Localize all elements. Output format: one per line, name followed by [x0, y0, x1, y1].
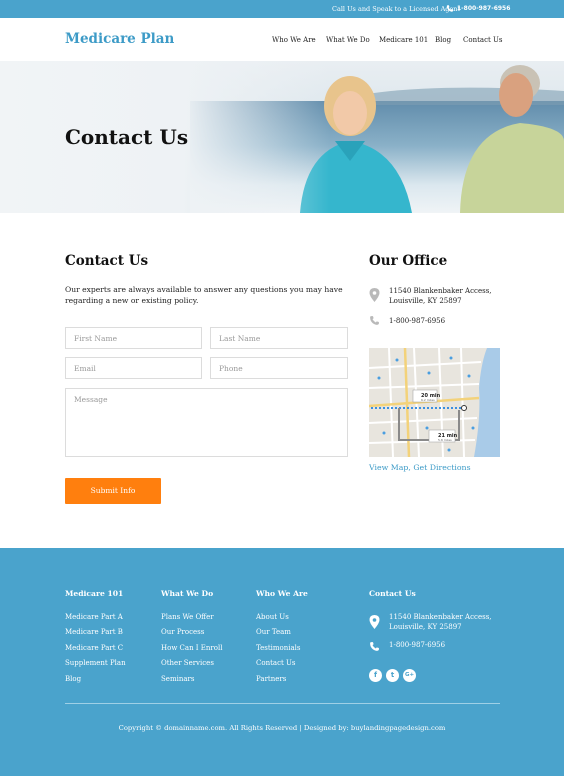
- site-footer: Medicare 101 Medicare Part A Medicare Pa…: [0, 548, 564, 776]
- location-pin-icon: [369, 288, 380, 302]
- map-distance-2: 5.8 miles: [438, 438, 452, 442]
- nav-blog[interactable]: Blog: [435, 36, 451, 44]
- office-address-line2: Louisville, KY 25897: [389, 297, 462, 305]
- office-title: Our Office: [369, 253, 448, 269]
- footer-address-line2: Louisville, KY 25897: [389, 623, 462, 631]
- facebook-icon[interactable]: f: [369, 669, 382, 682]
- message-textarea[interactable]: Message: [65, 388, 348, 457]
- footer-copyright: Copyright © domainname.com. All Rights R…: [118, 724, 446, 732]
- footer-link-enroll[interactable]: How Can I Enroll: [161, 644, 222, 652]
- footer-divider: [65, 703, 500, 704]
- contact-title: Contact Us: [65, 253, 149, 269]
- site-logo[interactable]: Medicare Plan: [65, 31, 174, 47]
- top-bar: Call Us and Speak to a Licensed Agent 1-…: [0, 0, 564, 18]
- footer-link-process[interactable]: Our Process: [161, 628, 204, 636]
- footer-link-plans[interactable]: Plans We Offer: [161, 613, 214, 621]
- footer-link-supplement-plan[interactable]: Supplement Plan: [65, 659, 126, 667]
- google-plus-icon[interactable]: G+: [403, 669, 416, 682]
- footer-address: 11540 Blankenbaker Access, Louisville, K…: [389, 612, 492, 632]
- last-name-input[interactable]: Last Name: [210, 327, 348, 349]
- footer-link-contact[interactable]: Contact Us: [256, 659, 296, 667]
- nav-who-we-are[interactable]: Who We Are: [272, 36, 316, 44]
- hero-banner: Contact Us: [0, 61, 564, 213]
- phone-icon: [446, 5, 454, 12]
- footer-col3-title: Who We Are: [256, 589, 308, 598]
- footer-link-medicare-part-b[interactable]: Medicare Part B: [65, 628, 123, 636]
- office-address: 11540 Blankenbaker Access, Louisville, K…: [389, 286, 492, 306]
- twitter-icon[interactable]: t: [386, 669, 399, 682]
- footer-link-about[interactable]: About Us: [256, 613, 289, 621]
- map-directions-link[interactable]: View Map, Get Directions: [369, 463, 471, 472]
- first-name-input[interactable]: First Name: [65, 327, 202, 349]
- footer-link-team[interactable]: Our Team: [256, 628, 291, 636]
- hero-couple-image: [300, 65, 564, 213]
- top-bar-message: Call Us and Speak to a Licensed Agent: [332, 5, 461, 13]
- hero-title: Contact Us: [65, 125, 189, 149]
- footer-link-seminars[interactable]: Seminars: [161, 675, 194, 683]
- footer-location-pin-icon: [369, 615, 380, 629]
- nav-contact-us[interactable]: Contact Us: [463, 36, 503, 44]
- nav-medicare-101[interactable]: Medicare 101: [379, 36, 428, 44]
- submit-button[interactable]: Submit Info: [65, 478, 161, 504]
- footer-col1-title: Medicare 101: [65, 589, 124, 598]
- footer-link-partners[interactable]: Partners: [256, 675, 286, 683]
- phone-icon: [370, 316, 379, 325]
- footer-link-medicare-part-a[interactable]: Medicare Part A: [65, 613, 123, 621]
- footer-phone-icon: [370, 642, 379, 651]
- site-header: Medicare Plan Who We Are What We Do Medi…: [0, 18, 564, 61]
- footer-address-line1: 11540 Blankenbaker Access,: [389, 613, 492, 621]
- footer-col2-title: What We Do: [161, 589, 214, 598]
- footer-link-testimonials[interactable]: Testimonials: [256, 644, 301, 652]
- footer-link-blog[interactable]: Blog: [65, 675, 81, 683]
- office-map[interactable]: 20 min 6.2 miles 21 min 5.8 miles: [369, 348, 500, 457]
- map-image: 20 min 6.2 miles 21 min 5.8 miles: [369, 348, 500, 457]
- footer-link-medicare-part-c[interactable]: Medicare Part C: [65, 644, 123, 652]
- map-distance-1: 6.2 miles: [421, 398, 435, 402]
- office-phone[interactable]: 1-800-987-6956: [389, 316, 445, 326]
- nav-what-we-do[interactable]: What We Do: [326, 36, 370, 44]
- footer-col4-title: Contact Us: [369, 589, 416, 598]
- footer-phone[interactable]: 1-800-987-6956: [389, 641, 445, 649]
- phone-input[interactable]: Phone: [210, 357, 348, 379]
- email-input[interactable]: Email: [65, 357, 202, 379]
- top-bar-phone[interactable]: 1-800-987-6956: [457, 5, 510, 12]
- footer-link-other-services[interactable]: Other Services: [161, 659, 214, 667]
- office-address-line1: 11540 Blankenbaker Access,: [389, 287, 492, 295]
- contact-intro: Our experts are always available to answ…: [65, 285, 343, 305]
